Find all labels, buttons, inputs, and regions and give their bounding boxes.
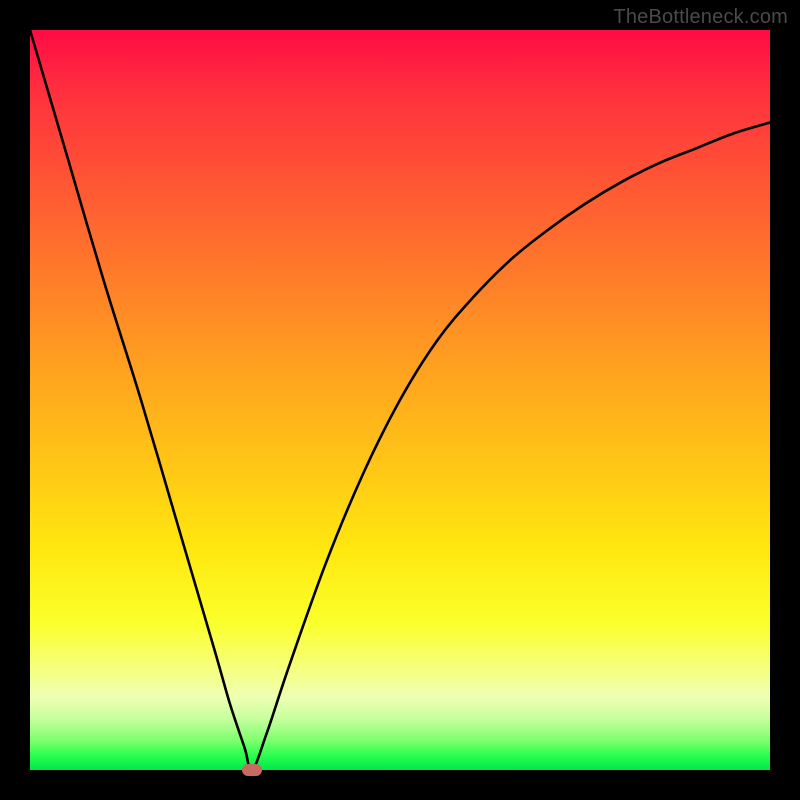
optimum-marker <box>242 764 262 776</box>
chart-frame <box>30 30 770 770</box>
watermark-text: TheBottleneck.com <box>613 6 788 29</box>
bottleneck-curve <box>30 30 770 770</box>
